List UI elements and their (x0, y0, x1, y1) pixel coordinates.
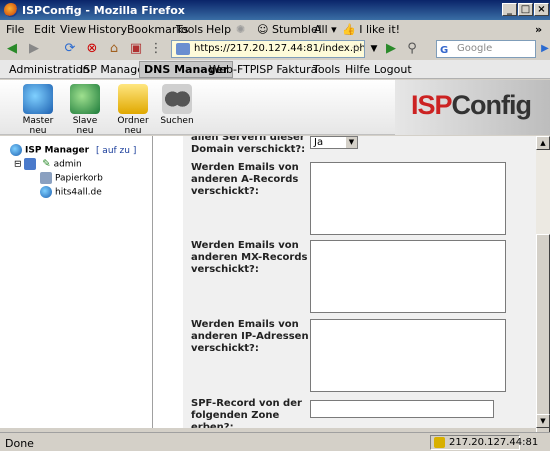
chevron-more-icon[interactable]: » (535, 23, 542, 36)
a-records-textarea[interactable] (310, 162, 506, 235)
close-button[interactable]: × (534, 3, 549, 16)
vertical-scrollbar[interactable]: ▲ ▼ (536, 136, 550, 446)
maximize-button[interactable]: □ (518, 3, 533, 16)
network-icon[interactable]: ⋮ (148, 41, 164, 57)
status-ip: 217.20.127.44:81 (430, 435, 538, 450)
ordner-neu-label: Ordner neu (117, 116, 149, 136)
pencil-icon: ✎ (42, 158, 51, 170)
globe-icon (10, 144, 22, 156)
toolbar-extra-icon[interactable]: ▣ (128, 41, 144, 57)
nav-logout[interactable]: Logout (374, 63, 412, 76)
all-label: All (314, 23, 328, 36)
suchen-button[interactable]: Suchen (158, 84, 196, 126)
lock-icon (434, 437, 445, 448)
folder-add-icon (118, 84, 148, 114)
search-go-icon[interactable]: ▶ (537, 41, 550, 57)
ispconfig-logo: ISPConfig (395, 80, 550, 135)
chevron-down-icon: ▼ (346, 137, 357, 148)
nav-toolbar: ◀ ▶ ⟳ ⊗ ⌂ ▣ ⋮ https://217.20.127.44:81/i… (0, 39, 550, 60)
form-pane: allen Servern dieser Domain verschickt?:… (183, 136, 536, 428)
firefox-icon (4, 3, 18, 17)
suchen-label: Suchen (160, 116, 194, 126)
menu-help[interactable]: Help (206, 23, 231, 36)
app-toolbar: Master neu Slave neu Ordner neu Suchen I… (0, 80, 550, 136)
url-text: https://217.20.127.44:81/index.php?s=8 (194, 43, 365, 54)
tree-item-papierkorb[interactable]: Papierkorb (40, 172, 103, 184)
app-nav: Administration ISP Manager DNS Manager W… (0, 60, 550, 79)
search-input[interactable]: G Google (436, 40, 536, 58)
menu-edit[interactable]: Edit (34, 23, 55, 36)
ilike-label: I like it! (359, 23, 401, 36)
nav-web-ftp[interactable]: Web-FTP (209, 63, 256, 76)
throbber-icon: ✺ (236, 23, 246, 36)
master-neu-button[interactable]: Master neu (15, 84, 61, 136)
status-bar: Done 217.20.127.44:81 (0, 432, 550, 451)
tree-pane: ISP Manager [ auf zu ] ⊟ ✎ admin Papierk… (0, 136, 153, 428)
form-label-a-records: Werden Emails von anderen A-Records vers… (191, 162, 299, 197)
google-icon: G (440, 45, 449, 56)
search-placeholder: Google (457, 43, 493, 54)
globe-slave-icon (70, 84, 100, 114)
url-dropdown-icon[interactable]: ▼ (366, 41, 382, 57)
slave-neu-label: Slave neu (72, 116, 98, 136)
tree-expand-controls[interactable]: [ auf zu ] (96, 146, 136, 156)
user-folder-icon (24, 158, 37, 170)
menu-view[interactable]: View (60, 23, 86, 36)
scroll-up-icon[interactable]: ▲ (536, 136, 550, 150)
globe-add-icon (23, 84, 53, 114)
ip-addresses-textarea[interactable] (310, 319, 506, 392)
ordner-neu-button[interactable]: Ordner neu (109, 84, 157, 136)
nav-hilfe[interactable]: Hilfe (345, 63, 370, 76)
url-field[interactable]: https://217.20.127.44:81/index.php?s=8 ☆ (171, 40, 365, 58)
go-icon[interactable]: ▶ (383, 41, 399, 57)
master-neu-label: Master neu (22, 116, 54, 136)
nav-administration[interactable]: Administration (9, 63, 90, 76)
pane-separator (153, 136, 183, 428)
all-dropdown[interactable]: All ▾ (314, 23, 337, 36)
tree-expand-icon[interactable]: ⊟ (14, 160, 22, 170)
status-text: Done (5, 437, 34, 450)
slave-neu-button[interactable]: Slave neu (63, 84, 107, 136)
mx-records-textarea[interactable] (310, 240, 506, 313)
bookmark-star-icon[interactable]: ☆ (351, 41, 361, 57)
back-icon[interactable]: ◀ (4, 41, 20, 57)
home-icon[interactable]: ⌂ (106, 41, 122, 57)
form-label-ip-addresses: Werden Emails von anderen IP-Adressen ve… (191, 319, 309, 354)
tree-item-domain[interactable]: hits4all.de (40, 186, 102, 198)
menu-bar: File Edit View History Bookmarks Tools H… (0, 20, 550, 39)
stumble-button[interactable]: ☺ Stumble! (257, 23, 322, 36)
window-titlebar: ISPConfig - Mozilla Firefox _ □ × (0, 0, 550, 20)
ilike-button[interactable]: 👍 I like it! (342, 23, 400, 36)
forward-icon[interactable]: ▶ (26, 41, 42, 57)
stop-icon[interactable]: ⊗ (84, 41, 100, 57)
scroll-down-icon[interactable]: ▼ (536, 414, 550, 428)
extension-icon[interactable]: ⚲ (404, 41, 420, 57)
site-identity-icon (176, 43, 190, 55)
nav-tools[interactable]: Tools (313, 63, 340, 76)
menu-history[interactable]: History (88, 23, 127, 36)
spf-zone-input[interactable] (310, 400, 494, 418)
select-top-value[interactable]: Ja ▼ (310, 136, 358, 149)
form-label-top: allen Servern dieser Domain verschickt?: (191, 136, 306, 155)
reload-icon[interactable]: ⟳ (62, 41, 78, 57)
form-label-mx-records: Werden Emails von anderen MX-Records ver… (191, 240, 308, 275)
tree-user-row[interactable]: ⊟ ✎ admin (14, 158, 82, 170)
menu-tools[interactable]: Tools (176, 23, 203, 36)
domain-globe-icon (40, 186, 52, 198)
minimize-button[interactable]: _ (502, 3, 517, 16)
trash-icon (40, 172, 52, 184)
window-title: ISPConfig - Mozilla Firefox (22, 4, 185, 17)
nav-isp-faktura[interactable]: ISP Faktura (256, 63, 317, 76)
menu-file[interactable]: File (6, 23, 24, 36)
tree-root[interactable]: ISP Manager [ auf zu ] (10, 144, 136, 156)
form-label-spf-zone: SPF-Record von der folgenden Zone erben?… (191, 398, 302, 428)
tree-user: admin (53, 159, 82, 170)
binoculars-icon (162, 84, 192, 114)
